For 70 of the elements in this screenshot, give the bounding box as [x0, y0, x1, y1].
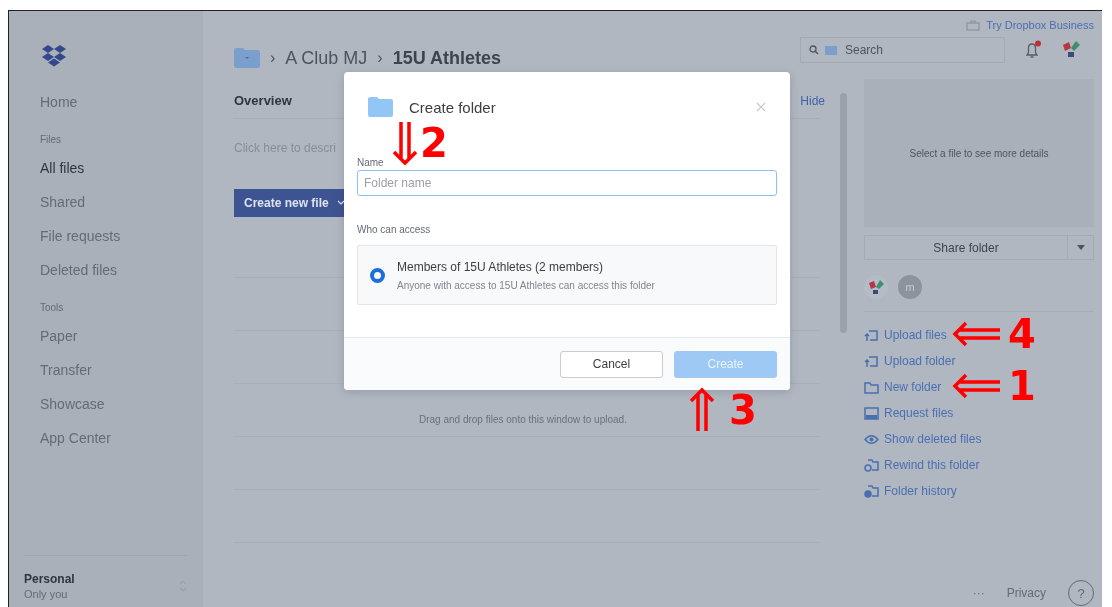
- details-empty-text: Select a file to see more details: [909, 147, 1049, 159]
- briefcase-icon: [966, 19, 981, 31]
- dialog-title: Create folder: [409, 98, 496, 116]
- account-name: Personal: [24, 572, 75, 586]
- account-switcher[interactable]: Personal Only you: [24, 555, 187, 607]
- dropbox-logo-icon[interactable]: [41, 45, 67, 67]
- privacy-link[interactable]: Privacy: [1006, 586, 1046, 600]
- member-avatar[interactable]: m: [898, 275, 922, 299]
- radio-button[interactable]: [370, 267, 385, 283]
- account-detail: Only you: [24, 588, 69, 600]
- annotation-arrow-icon: [952, 373, 1002, 399]
- action-link[interactable]: Request files: [864, 406, 954, 420]
- breadcrumb-current: 15U Athletes: [392, 47, 502, 69]
- action-link[interactable]: New folder: [864, 380, 942, 394]
- sidebar-item[interactable]: Home: [40, 85, 203, 119]
- breadcrumb-link[interactable]: A Club MJ: [285, 47, 368, 69]
- section-label: Tools: [40, 301, 65, 315]
- action-link[interactable]: Folder history: [864, 484, 957, 498]
- sidebar-item[interactable]: App Center: [40, 421, 203, 455]
- inbox-icon: [864, 406, 879, 420]
- eye-icon: [864, 433, 879, 445]
- sidebar-item[interactable]: File requests: [40, 219, 203, 253]
- share-menu-button[interactable]: [1068, 235, 1094, 260]
- field-label: Who can access: [357, 224, 432, 235]
- field-label: Name: [357, 157, 384, 168]
- folder-clock-icon: [864, 458, 879, 472]
- try-business-link[interactable]: Try Dropbox Business: [966, 19, 1094, 31]
- folder-name-field[interactable]: Folder name: [357, 170, 777, 196]
- option-title: Members of 15U Athletes (2 members): [397, 259, 605, 274]
- chevron-icon: ›: [270, 49, 276, 67]
- bell-icon[interactable]: [1023, 40, 1043, 60]
- sidebar-item[interactable]: All files: [40, 151, 203, 185]
- annotation-arrow-icon: [392, 120, 418, 166]
- chevron-icon: ›: [377, 49, 383, 67]
- folder-icon: [368, 97, 393, 117]
- more-button[interactable]: ···: [972, 586, 985, 600]
- search-icon: [809, 45, 819, 55]
- sidebar-item[interactable]: Paper: [40, 319, 203, 353]
- caret-icon: [1076, 245, 1085, 250]
- search-field[interactable]: Search: [800, 37, 1005, 63]
- annotation-number: 4: [1008, 314, 1036, 354]
- upload-icon: [864, 328, 879, 342]
- action-link[interactable]: Rewind this folder: [864, 458, 980, 472]
- sidebar-item[interactable]: Transfer: [40, 353, 203, 387]
- chevron-down-icon: [336, 200, 345, 206]
- annotation-number: 2: [420, 123, 448, 163]
- annotation-number: 1: [1008, 366, 1036, 406]
- folder-icon: [864, 380, 879, 394]
- action-link[interactable]: Show deleted files: [864, 432, 982, 446]
- drop-hint: Drag and drop files onto this window to upload.: [419, 414, 627, 425]
- share-folder-button[interactable]: Share folder: [864, 235, 1068, 260]
- member-avatar-icon[interactable]: [864, 275, 888, 299]
- annotation-arrow-icon: [689, 386, 715, 433]
- section-label: Files: [40, 133, 63, 147]
- cancel-button[interactable]: Cancel: [560, 350, 663, 378]
- overview-title: Overview: [234, 93, 292, 108]
- hide-link[interactable]: Hide: [800, 93, 825, 108]
- sidebar-item[interactable]: Shared: [40, 185, 203, 219]
- action-link[interactable]: Upload folder: [864, 354, 956, 368]
- action-link[interactable]: Upload files: [864, 328, 947, 342]
- sidebar-item[interactable]: Deleted files: [40, 253, 203, 287]
- annotation-arrow-icon: [952, 321, 1002, 347]
- upload-icon: [864, 354, 879, 368]
- search-input[interactable]: Search: [843, 42, 987, 58]
- annotation-number: 3: [729, 389, 757, 430]
- folder-icon: [825, 45, 837, 55]
- option-detail: Anyone with access to 15U Athletes can access this folder: [397, 279, 655, 291]
- sidebar-item[interactable]: Showcase: [40, 387, 203, 421]
- folder-clock-icon: [864, 484, 879, 498]
- access-option[interactable]: Members of 15U Athletes (2 members) Anyone with access to 15U Athletes can access this folder: [357, 245, 777, 305]
